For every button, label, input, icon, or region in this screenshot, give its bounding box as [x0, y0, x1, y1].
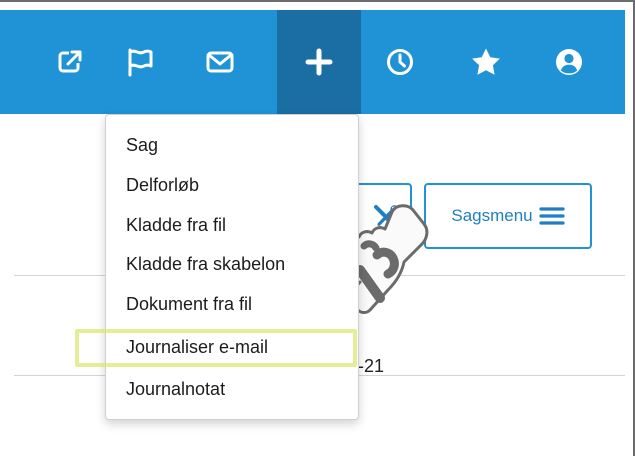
favorites-button[interactable]	[444, 10, 528, 114]
top-toolbar	[0, 10, 625, 114]
menu-item-dokument-fra-fil[interactable]: Dokument fra fil	[126, 294, 252, 315]
plus-icon	[305, 48, 333, 76]
clock-icon	[387, 49, 413, 75]
window-frame-top	[0, 0, 635, 2]
highlight-box	[75, 329, 357, 367]
user-icon	[556, 49, 582, 75]
star-icon	[472, 48, 500, 75]
menu-item-kladde-fra-skabelon[interactable]: Kladde fra skabelon	[126, 254, 285, 275]
new-button[interactable]	[277, 10, 361, 114]
sagsmenu-label: Sagsmenu	[451, 206, 533, 225]
flag-button[interactable]	[98, 10, 182, 114]
mail-button[interactable]	[178, 10, 262, 114]
hamburger-icon	[539, 207, 565, 225]
mail-icon	[206, 51, 234, 73]
menu-item-sag[interactable]: Sag	[126, 135, 158, 156]
flag-icon	[128, 48, 153, 77]
new-menu-dropdown: Sag Delforløb Kladde fra fil Kladde fra …	[105, 114, 359, 420]
menu-item-kladde-fra-fil[interactable]: Kladde fra fil	[126, 215, 226, 236]
menu-item-delforlob[interactable]: Delforløb	[126, 175, 199, 196]
sagsmenu-button[interactable]: Sagsmenu	[424, 183, 592, 249]
menu-item-journalnotat[interactable]: Journalnotat	[126, 379, 225, 400]
history-button[interactable]	[358, 10, 442, 114]
profile-button[interactable]	[527, 10, 611, 114]
external-link-icon	[58, 50, 82, 73]
